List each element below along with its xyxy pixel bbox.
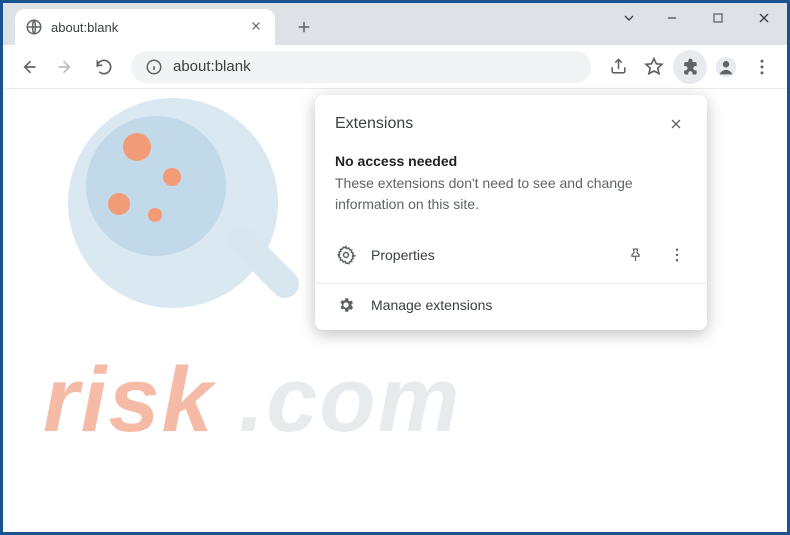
- forward-button: [49, 50, 83, 84]
- pin-button[interactable]: [621, 241, 649, 269]
- browser-toolbar: about:blank: [3, 45, 787, 89]
- extensions-button[interactable]: [673, 50, 707, 84]
- popup-close-button[interactable]: [663, 111, 689, 137]
- close-window-button[interactable]: [741, 3, 787, 33]
- settings-gear-icon: [335, 294, 357, 316]
- manage-extensions-row[interactable]: Manage extensions: [315, 283, 707, 330]
- menu-button[interactable]: [745, 50, 779, 84]
- tab-close-icon[interactable]: [249, 19, 265, 35]
- popup-title: Extensions: [335, 115, 413, 133]
- profile-button[interactable]: [709, 50, 743, 84]
- share-button[interactable]: [601, 50, 635, 84]
- reload-button[interactable]: [87, 50, 121, 84]
- extension-item[interactable]: Properties: [315, 231, 707, 283]
- address-bar[interactable]: about:blank: [131, 51, 591, 83]
- browser-tab[interactable]: about:blank: [15, 9, 275, 45]
- window-titlebar: about:blank: [3, 3, 787, 45]
- bookmark-button[interactable]: [637, 50, 671, 84]
- chevron-down-icon[interactable]: [609, 3, 649, 33]
- site-info-icon[interactable]: [145, 58, 163, 76]
- manage-extensions-label: Manage extensions: [371, 297, 691, 313]
- popup-section-desc: These extensions don't need to see and c…: [335, 173, 687, 215]
- maximize-button[interactable]: [695, 3, 741, 33]
- gear-icon: [335, 244, 357, 266]
- popup-section-title: No access needed: [335, 153, 687, 169]
- tab-title: about:blank: [51, 20, 241, 35]
- extension-label: Properties: [371, 247, 607, 263]
- url-text: about:blank: [173, 58, 577, 75]
- extension-more-button[interactable]: [663, 241, 691, 269]
- window-controls: [609, 3, 787, 33]
- back-button[interactable]: [11, 50, 45, 84]
- globe-icon: [25, 18, 43, 36]
- watermark-text: risk: [43, 348, 215, 453]
- extensions-popup: Extensions No access needed These extens…: [315, 95, 707, 330]
- watermark-text-com: .com: [239, 348, 462, 453]
- new-tab-button[interactable]: [289, 12, 319, 42]
- minimize-button[interactable]: [649, 3, 695, 33]
